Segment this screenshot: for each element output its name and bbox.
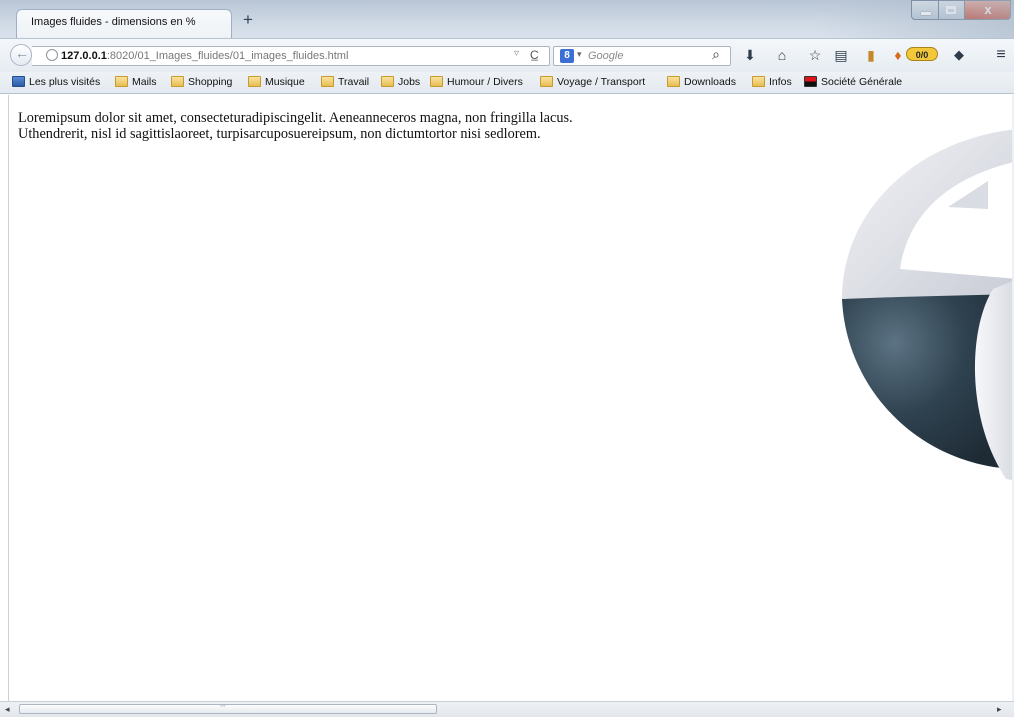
bookmark-label: Musique [265,76,305,88]
grip-icon: ┄ [220,701,226,711]
tab-strip: Images fluides - dimensions en % + x [0,0,1014,39]
folder-icon [321,76,334,87]
bookmark-label: Downloads [684,76,736,88]
search-engine-icon[interactable]: 8 [560,49,574,63]
bookmark-item[interactable]: Société Générale [804,76,902,88]
page-content: Loremipsum dolor sit amet, consecteturad… [8,95,1012,701]
most-visited-icon [12,76,25,87]
minimize-button[interactable] [911,0,939,20]
url-host: 127.0.0.1 [61,50,107,62]
pocket-icon[interactable]: ◆ [950,46,968,64]
scroll-left-icon[interactable]: ◂ [5,704,10,715]
bookmark-label: Humour / Divers [447,76,523,88]
horizontal-scrollbar[interactable]: ◂ ┄ ▸ [0,701,1014,717]
bookmark-item[interactable]: Voyage / Transport [540,76,645,88]
read-later-icon[interactable]: ▮ [862,46,880,64]
firefox-addon-icon[interactable]: ♦ [890,46,906,64]
sphere-image [842,129,1012,480]
bookmark-item[interactable]: Infos [752,76,792,88]
download-icon[interactable]: ⬇ [741,46,759,64]
bookmark-item[interactable]: Mails [115,76,157,88]
folder-icon [115,76,128,87]
back-arrow-icon: ← [15,45,29,61]
globe-icon [46,49,58,61]
bookmark-item[interactable]: Les plus visités [12,76,100,88]
bookmarks-bar: Les plus visités Mails Shopping Musique … [0,72,1014,94]
search-engine-dropdown-icon[interactable]: ▾ [577,49,582,60]
folder-icon [540,76,553,87]
addon-counter-badge[interactable]: 0/0 [906,47,938,61]
bookmark-label: Shopping [188,76,233,88]
folder-icon [248,76,261,87]
bookmark-label: Jobs [398,76,421,88]
bookmark-label: Travail [338,76,370,88]
scrollbar-thumb[interactable]: ┄ [19,701,437,714]
new-tab-button[interactable]: + [240,11,256,28]
scroll-right-icon[interactable]: ▸ [997,704,1002,715]
maximize-button[interactable] [939,0,965,20]
search-icon[interactable]: ⌕ [707,45,725,63]
folder-icon [381,76,394,87]
url-text: 127.0.0.1:8020/01_Images_fluides/01_imag… [61,50,348,62]
url-path: :8020/01_Images_fluides/01_images_fluide… [106,50,349,62]
url-bar[interactable]: 127.0.0.1:8020/01_Images_fluides/01_imag… [32,46,550,66]
societe-generale-icon [804,76,817,87]
search-input[interactable]: Google [588,50,623,62]
tab-active[interactable]: Images fluides - dimensions en % [16,9,232,39]
back-button[interactable]: ← [10,44,32,66]
reload-icon[interactable]: C̲ [530,48,539,62]
folder-icon [752,76,765,87]
bookmarks-menu-icon[interactable]: ▤ [832,46,850,64]
bookmark-label: Infos [769,76,792,88]
close-button[interactable]: x [965,0,1011,20]
tab-title: Images fluides - dimensions en % [31,16,196,28]
folder-icon [430,76,443,87]
lorem-paragraph: Loremipsum dolor sit amet, consecteturad… [18,110,573,142]
folder-icon [171,76,184,87]
search-bar[interactable]: 8 ▾ Google [553,46,731,66]
bookmark-label: Société Générale [821,76,903,88]
bookmark-label: Les plus visités [29,76,101,88]
bookmark-item[interactable]: Humour / Divers [430,76,523,88]
bookmark-star-icon[interactable]: ☆ [806,46,824,64]
history-dropdown-icon[interactable]: ▿ [514,48,519,59]
menu-icon[interactable]: ≡ [992,46,1010,64]
bookmark-item[interactable]: Travail [321,76,369,88]
home-icon[interactable]: ⌂ [773,46,791,64]
browser-window: Images fluides - dimensions en % + x ← 1… [0,0,1014,717]
folder-icon [667,76,680,87]
bookmark-item[interactable]: Musique [248,76,305,88]
bookmark-item[interactable]: Shopping [171,76,232,88]
bookmark-label: Voyage / Transport [557,76,646,88]
close-icon: x [984,2,992,17]
bookmark-item[interactable]: Downloads [667,76,736,88]
bookmark-label: Mails [132,76,157,88]
bookmark-item[interactable]: Jobs [381,76,420,88]
